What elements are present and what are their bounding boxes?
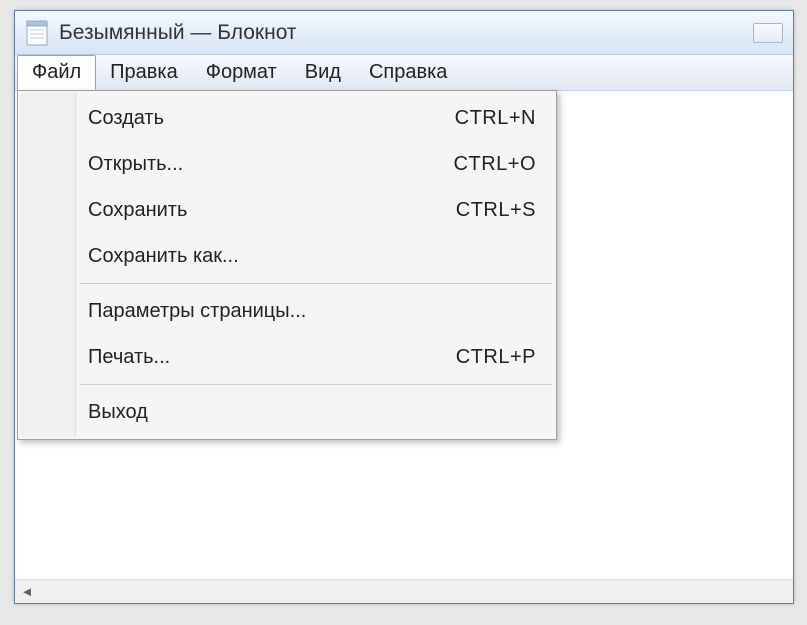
titlebar[interactable]: Безымянный — Блокнот [15,11,793,55]
menu-item-shortcut: CTRL+O [454,153,536,176]
menu-separator [80,384,552,385]
menu-separator [80,283,552,284]
notepad-icon [25,19,49,47]
menu-item-page-setup[interactable]: Параметры страницы... [20,288,554,334]
menu-item-shortcut: CTRL+P [456,346,536,369]
window-title: Безымянный — Блокнот [59,21,297,45]
menu-item-shortcut: CTRL+S [456,199,536,222]
menu-label: Формат [206,61,277,84]
menu-item-label: Сохранить как... [88,245,536,268]
menu-item-label: Создать [88,107,455,130]
menu-format[interactable]: Формат [192,55,291,90]
menu-item-label: Сохранить [88,199,456,222]
menu-item-label: Печать... [88,346,456,369]
menu-item-save-as[interactable]: Сохранить как... [20,233,554,279]
horizontal-scrollbar[interactable]: ◄ [15,579,793,603]
menu-item-print[interactable]: Печать... CTRL+P [20,334,554,380]
scroll-left-icon[interactable]: ◄ [15,580,39,604]
menu-item-label: Открыть... [88,153,454,176]
menu-label: Файл [32,61,81,84]
menu-item-save[interactable]: Сохранить CTRL+S [20,187,554,233]
menu-edit[interactable]: Правка [96,55,192,90]
menu-item-exit[interactable]: Выход [20,389,554,435]
menu-file[interactable]: Файл [17,55,96,90]
file-menu-dropdown: Создать CTRL+N Открыть... CTRL+O Сохрани… [17,90,557,440]
menu-item-shortcut: CTRL+N [455,107,536,130]
menu-view[interactable]: Вид [291,55,355,90]
window-controls [753,23,783,43]
menu-label: Справка [369,61,447,84]
app-window: Безымянный — Блокнот Файл Правка Формат … [14,10,794,604]
menu-item-open[interactable]: Открыть... CTRL+O [20,141,554,187]
menu-item-label: Параметры страницы... [88,300,536,323]
menu-item-new[interactable]: Создать CTRL+N [20,95,554,141]
menu-item-label: Выход [88,401,536,424]
menu-label: Вид [305,61,341,84]
menubar: Файл Правка Формат Вид Справка [15,55,793,91]
menu-label: Правка [110,61,178,84]
menu-help[interactable]: Справка [355,55,461,90]
minimize-button[interactable] [753,23,783,43]
